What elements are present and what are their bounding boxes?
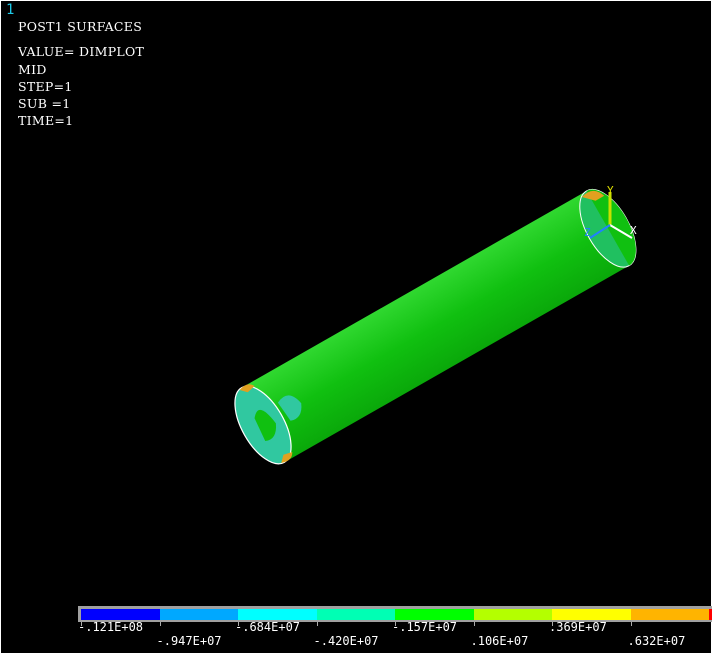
legend-label: .632E+07 (627, 634, 686, 648)
legend-label: -.157E+07 (392, 620, 458, 634)
legend-label: .106E+07 (470, 634, 529, 648)
pipe-body (241, 190, 630, 463)
legend-label: -.684E+07 (235, 620, 301, 634)
model-view[interactable]: Y X Z (0, 0, 712, 600)
pipe-model (234, 189, 637, 465)
triad-y-label: Y (607, 184, 614, 197)
legend-swatch (473, 609, 552, 620)
legend-swatch (316, 609, 395, 620)
legend-label: -.947E+07 (156, 634, 222, 648)
legend-label: .369E+07 (549, 620, 607, 634)
legend-tick (159, 622, 161, 626)
legend-swatch (395, 609, 474, 620)
legend-swatch (630, 609, 709, 620)
legend-tick (316, 622, 318, 626)
legend-swatch (159, 609, 238, 620)
legend-swatch (238, 609, 317, 620)
legend-tick (473, 622, 475, 626)
graphics-window[interactable]: 1 POST1 SURFACES VALUE= DIMPLOT MID STEP… (0, 0, 712, 654)
legend-tick (630, 622, 632, 626)
legend-swatch (552, 609, 631, 620)
legend-label: -.420E+07 (313, 634, 379, 648)
legend-swatch (81, 609, 160, 620)
triad-x-label: X (630, 224, 637, 237)
triad-z-label: Z (584, 226, 591, 239)
legend-label: -.121E+08 (78, 620, 144, 634)
